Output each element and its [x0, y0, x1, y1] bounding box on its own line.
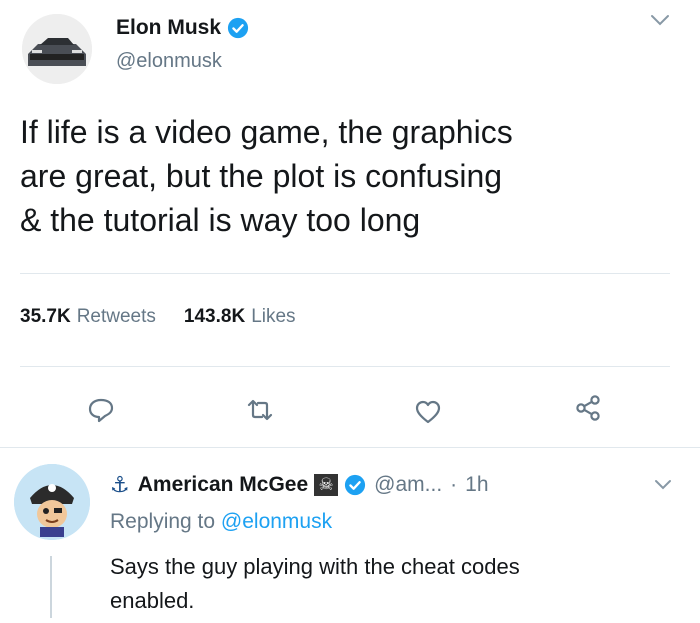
retweets-stat[interactable]: 35.7K Retweets: [20, 306, 156, 328]
retweets-label: Retweets: [76, 306, 156, 327]
retweets-count: 35.7K: [20, 306, 71, 327]
chevron-down-icon[interactable]: [652, 476, 674, 494]
author-avatar[interactable]: [22, 14, 92, 84]
thread-line: [50, 556, 52, 618]
author-handle[interactable]: @elonmusk: [116, 50, 222, 73]
chevron-down-icon[interactable]: [648, 10, 672, 30]
reply-icon[interactable]: [87, 396, 115, 424]
likes-stat[interactable]: 143.8K Likes: [184, 306, 296, 328]
divider: [20, 366, 670, 367]
replying-to-label: Replying to: [110, 510, 216, 533]
author-name[interactable]: Elon Musk: [116, 16, 221, 40]
verified-icon: [345, 474, 366, 496]
retweet-icon[interactable]: [246, 396, 274, 424]
replying-to-handle[interactable]: @elonmusk: [221, 510, 332, 533]
reply-author-handle[interactable]: @am...: [374, 473, 442, 497]
like-icon[interactable]: [414, 398, 442, 426]
reply-text-line: enabled.: [110, 588, 195, 613]
reply-author-avatar[interactable]: [14, 464, 90, 540]
likes-label: Likes: [251, 306, 296, 327]
reply-author-name[interactable]: American McGee: [138, 473, 308, 497]
meta-separator: ·: [450, 473, 458, 496]
divider: [0, 447, 700, 448]
tweet-text: If life is a video game, the graphics ar…: [20, 114, 513, 238]
reply-timestamp[interactable]: 1h: [465, 473, 488, 497]
car-avatar-image: [22, 14, 92, 84]
reply-text: Says the guy playing with the cheat code…: [110, 550, 690, 618]
reply-text-line: Says the guy playing with the cheat code…: [110, 554, 520, 579]
divider: [20, 273, 670, 274]
verified-icon: [227, 17, 249, 39]
share-icon[interactable]: [574, 394, 602, 422]
anchor-icon: ⚓: [110, 472, 130, 498]
skull-badge-icon: ☠: [314, 474, 339, 496]
likes-count: 143.8K: [183, 306, 246, 327]
replying-to: Replying to @elonmusk: [110, 510, 332, 534]
pirate-avatar-image: [14, 464, 90, 540]
